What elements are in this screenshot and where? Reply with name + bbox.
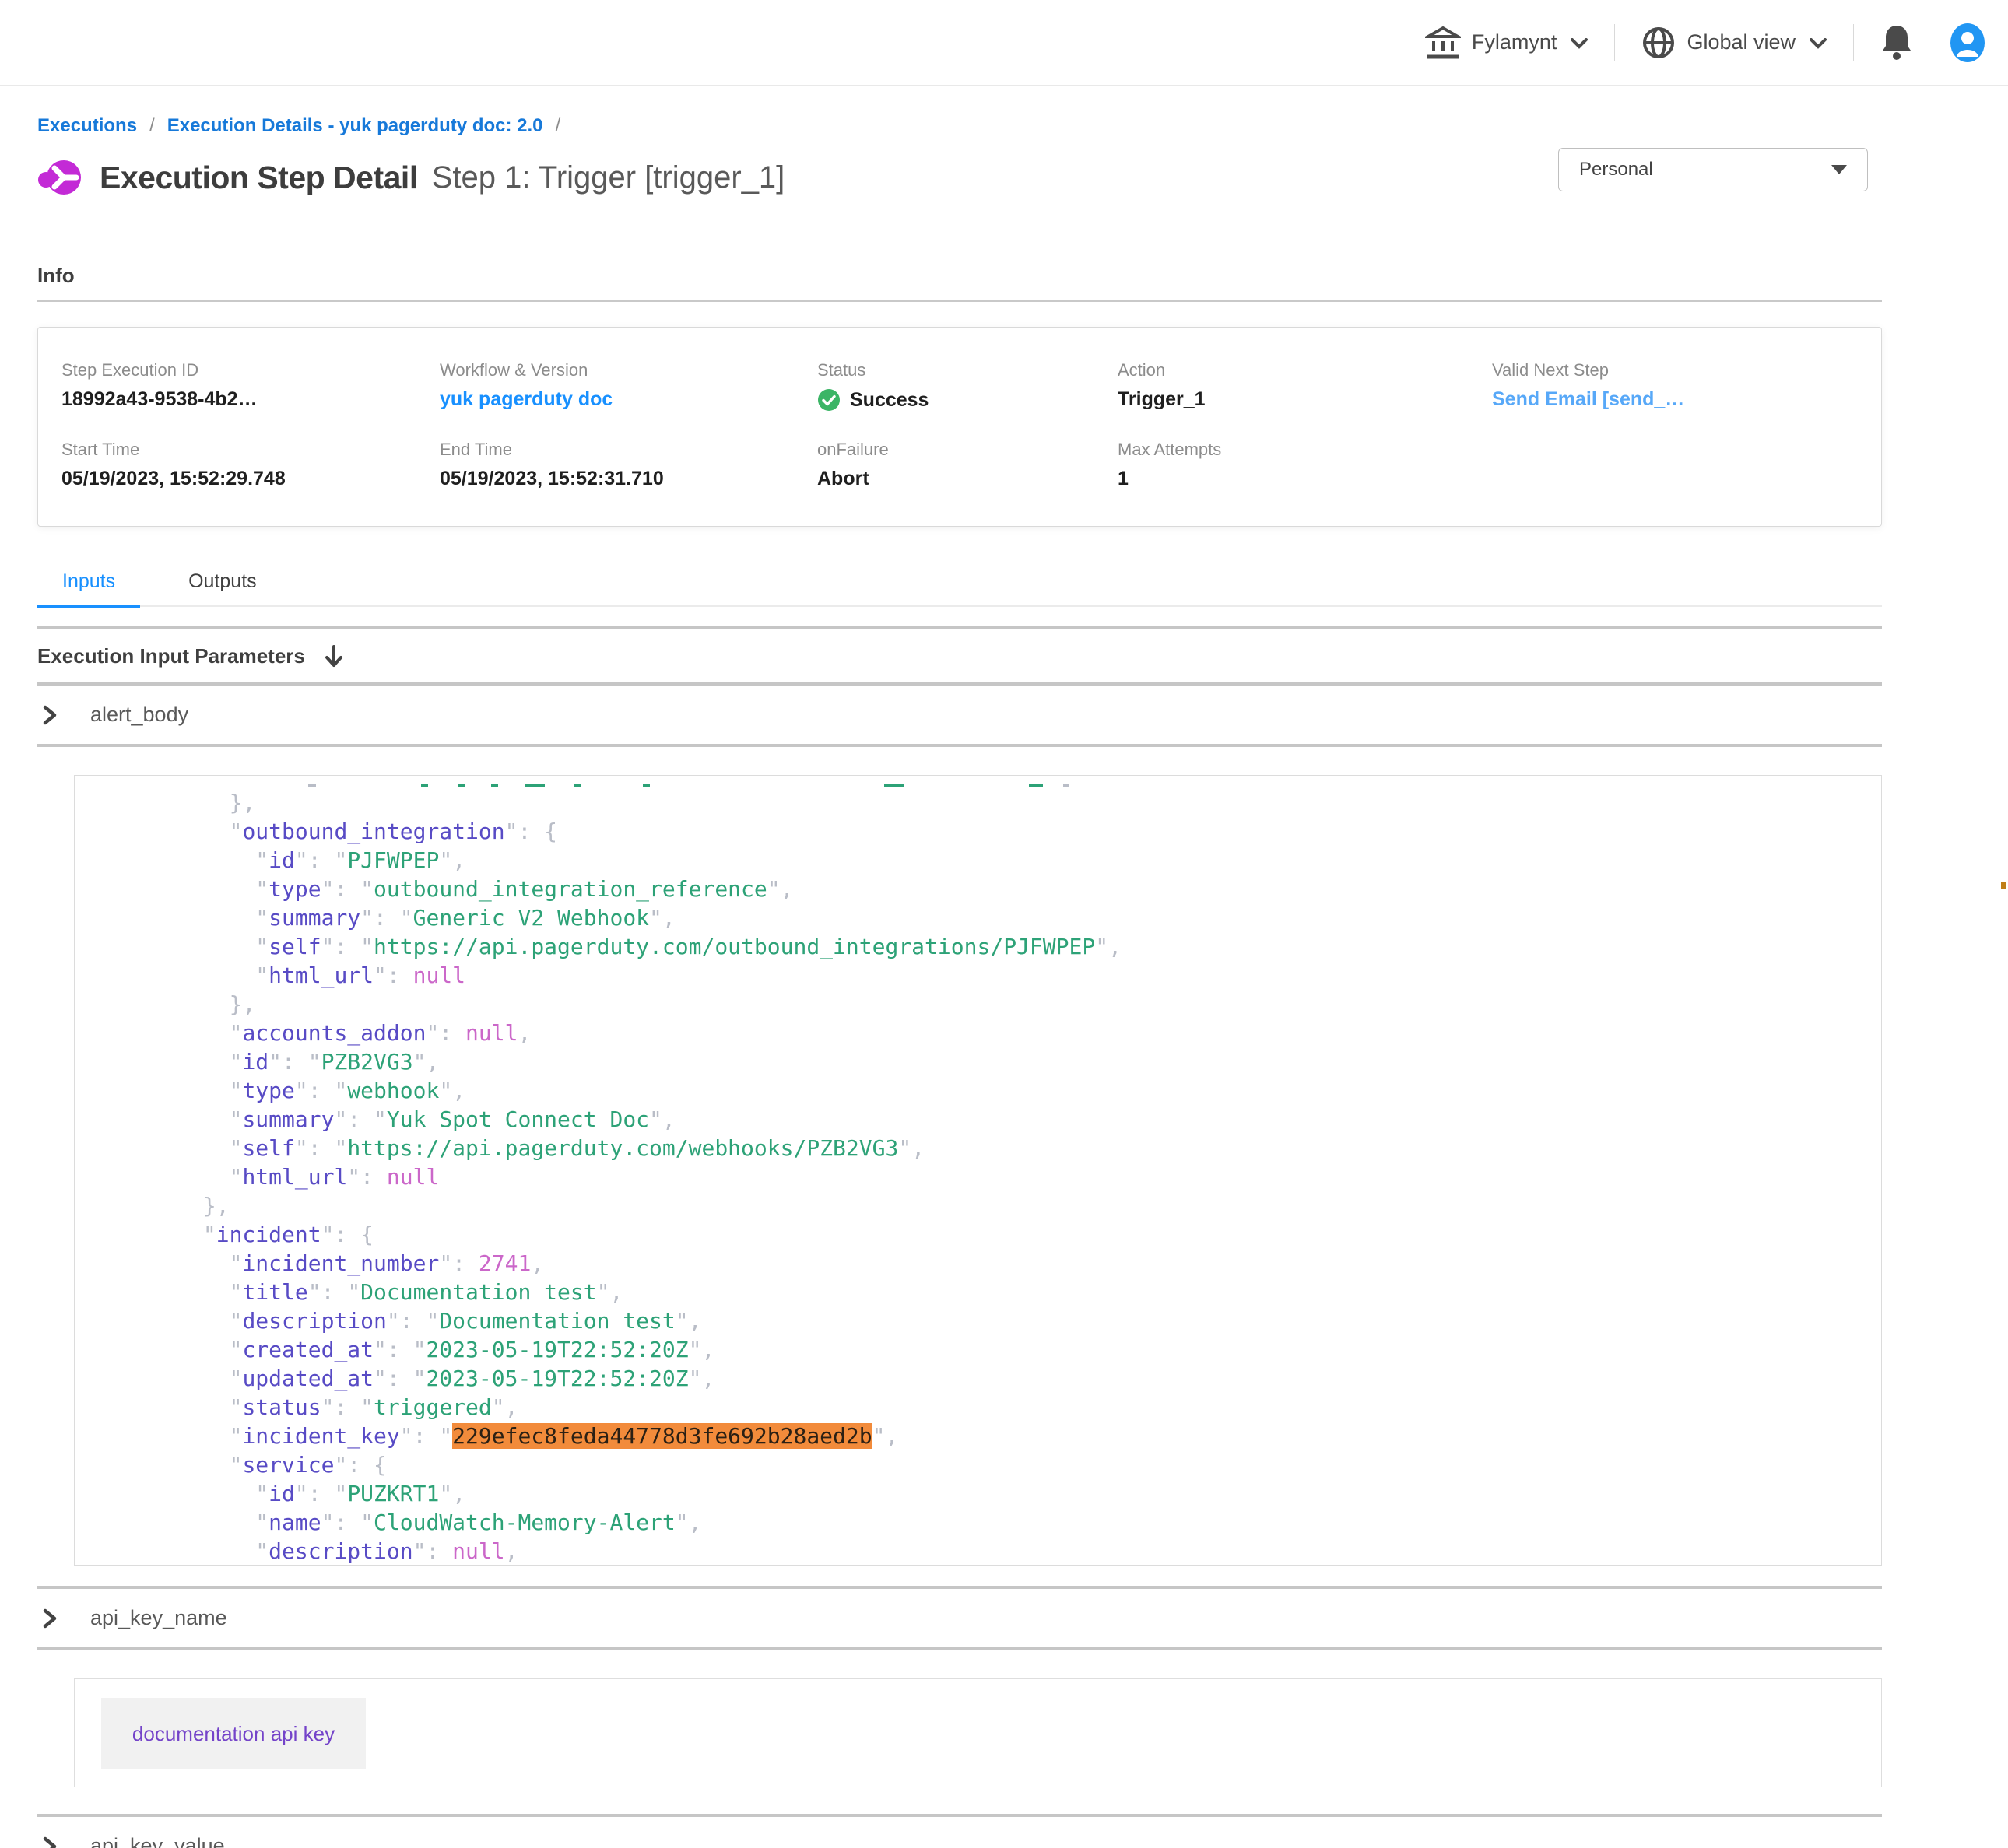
topbar-separator	[1853, 24, 1854, 61]
top-bar: Fylamynt Global view	[0, 0, 2008, 86]
alert-body-json-viewer[interactable]: }, "outbound_integration": { "id": "PJFW…	[74, 775, 1882, 1566]
expand-row-api-key-name[interactable]: api_key_name	[37, 1589, 1882, 1647]
breadcrumb-link-executions[interactable]: Executions	[37, 115, 137, 137]
api-key-name-chip[interactable]: documentation api key	[101, 1698, 366, 1769]
info-heading: Info	[37, 264, 1882, 288]
divider	[37, 744, 1882, 747]
workflow-link[interactable]: yuk pagerduty doc	[440, 388, 817, 411]
param-label: api_key_name	[90, 1606, 227, 1630]
breadcrumb-separator: /	[556, 115, 561, 137]
field-onfailure: onFailure Abort	[817, 440, 1118, 490]
api-key-name-value-box: documentation api key	[74, 1678, 1882, 1787]
field-step-execution-id: Step Execution ID 18992a43-9538-4b2…	[61, 360, 440, 412]
chevron-right-icon	[42, 1608, 58, 1629]
breadcrumb-link-execution-details[interactable]: Execution Details - yuk pagerduty doc: 2…	[167, 115, 543, 137]
expand-row-api-key-value[interactable]: api_key_value	[37, 1817, 1882, 1848]
status-text: Success	[850, 389, 929, 412]
chevron-right-icon	[42, 1836, 58, 1848]
page-title: Execution Step Detail	[100, 160, 418, 196]
tab-inputs[interactable]: Inputs	[37, 566, 140, 605]
field-workflow-version: Workflow & Version yuk pagerduty doc	[440, 360, 817, 412]
view-label: Global view	[1687, 30, 1796, 54]
scrollbar-search-marker	[2001, 882, 2006, 889]
tab-outputs[interactable]: Outputs	[163, 566, 282, 605]
field-valid-next-step: Valid Next Step Send Email [send_…	[1492, 360, 1853, 412]
breadcrumb-separator: /	[149, 115, 155, 137]
tab-bar: Inputs Outputs	[37, 566, 1882, 607]
divider	[37, 300, 1882, 302]
bank-icon	[1425, 26, 1461, 60]
success-check-icon	[817, 388, 841, 412]
next-step-link[interactable]: Send Email [send_…	[1492, 388, 1853, 411]
chevron-down-icon	[1571, 30, 1588, 54]
field-status: Status Success	[817, 360, 1118, 412]
org-label: Fylamynt	[1472, 30, 1557, 54]
workflow-step-icon	[37, 160, 82, 195]
field-start-time: Start Time 05/19/2023, 15:52:29.748	[61, 440, 440, 490]
view-switcher[interactable]: Global view	[1641, 26, 1827, 60]
avatar-icon[interactable]	[1947, 23, 1988, 63]
arrow-down-icon[interactable]	[324, 645, 344, 668]
scope-select[interactable]: Personal	[1558, 148, 1868, 191]
title-row: Execution Step Detail Step 1: Trigger [t…	[37, 153, 1882, 202]
field-action: Action Trigger_1	[1118, 360, 1492, 412]
globe-icon	[1641, 26, 1676, 60]
scope-select-value: Personal	[1579, 159, 1653, 181]
caret-down-icon	[1831, 165, 1847, 174]
topbar-separator	[1614, 24, 1615, 61]
expand-row-alert-body[interactable]: alert_body	[37, 686, 1882, 744]
param-label: alert_body	[90, 703, 188, 727]
param-label: api_key_value	[90, 1834, 225, 1848]
chevron-right-icon	[42, 705, 58, 725]
divider	[37, 1647, 1882, 1650]
page-subtitle: Step 1: Trigger [trigger_1]	[432, 160, 785, 195]
breadcrumb: Executions / Execution Details - yuk pag…	[37, 115, 1882, 137]
chevron-down-icon	[1810, 30, 1827, 54]
field-max-attempts: Max Attempts 1	[1118, 440, 1492, 490]
code-content: }, "outbound_integration": { "id": "PJFW…	[98, 782, 1881, 1566]
execution-input-parameters-header: Execution Input Parameters	[37, 629, 1882, 682]
notifications-bell-icon[interactable]	[1880, 24, 1913, 61]
field-end-time: End Time 05/19/2023, 15:52:31.710	[440, 440, 817, 490]
info-card: Step Execution ID 18992a43-9538-4b2… Wor…	[37, 327, 1882, 527]
org-switcher[interactable]: Fylamynt	[1425, 26, 1588, 60]
